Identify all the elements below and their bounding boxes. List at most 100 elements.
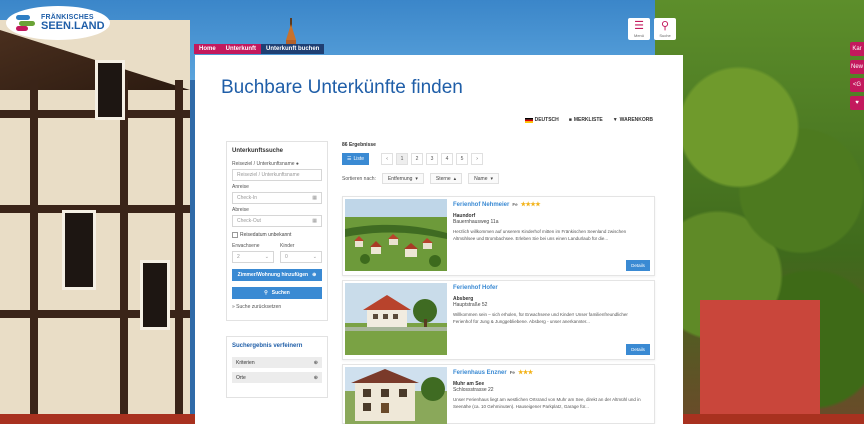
menu-button[interactable]: ☰ Menü [628,18,650,40]
departure-label: Abreise [232,207,249,213]
refine-heading: Suchergebnis verfeinern [232,343,303,349]
page-prev[interactable]: ‹ [381,153,394,165]
breadcrumb: Home Unterkunft Unterkunft buchen [194,44,325,54]
refine-panel: Suchergebnis verfeinern Kriterien ⊕ Orte… [226,336,328,398]
logo-line-2: SEEN.LAND [41,20,105,32]
card-address: Bauernhausweg 11a [453,219,499,225]
side-tab-favorites[interactable]: ♥ [850,96,864,110]
side-tabs: Kar New <G ♥ [850,42,864,110]
calendar-icon: ▦ [312,218,317,224]
accommodation-photo[interactable] [345,283,447,355]
sort-label: Sortieren nach: [342,175,376,182]
result-card[interactable]: Ferienhof Hofer Absberg Hauptstraße 52 W… [342,280,655,360]
page-3[interactable]: 3 [426,153,439,165]
page-5[interactable]: 5 [456,153,469,165]
watchlist-link[interactable]: ■ MERKLISTE [569,117,603,123]
plus-icon: ⊕ [312,272,317,278]
card-description: Willkommen sein – sich erholen, für Erwa… [453,312,628,324]
logo-mark-icon [16,15,36,31]
category-badge: Fe [512,202,518,207]
hamburger-icon: ☰ [634,19,644,32]
page-1[interactable]: 1 [396,153,409,165]
page-title: Buchbare Unterkünfte finden [221,77,463,98]
calendar-icon: ▦ [312,195,317,201]
list-icon: ☰ [347,156,352,162]
children-label: Kinder [280,243,295,249]
site-logo[interactable]: FRÄNKISCHES SEEN.LAND [6,6,110,40]
adults-label: Erwachsene [232,243,260,249]
menu-label: Menü [633,32,644,38]
timber-beam [175,80,183,420]
timber-beam [30,80,38,420]
accommodation-photo[interactable] [345,367,447,424]
caret-up-icon: ▴ [453,175,457,182]
category-badge: Fe [509,370,515,375]
reset-search-link[interactable]: » Suche zurücksetzen [232,304,322,310]
german-flag-icon [524,117,533,123]
details-button[interactable]: Details [626,260,650,271]
card-description: Unser Ferienhaus liegt am westlichen Ort… [453,397,641,409]
destination-input[interactable]: Reiseziel / Unterkunftsname [232,169,322,181]
checkbox-box [232,232,238,238]
arrival-input[interactable]: Check-In ▦ [232,192,322,204]
half-timbered-house [0,20,190,424]
side-tab-news[interactable]: New [850,60,864,74]
card-title[interactable]: Ferienhof Hofer [453,285,648,291]
breadcrumb-accommodation[interactable]: Unterkunft [220,44,262,54]
plus-circle-icon: ⊕ [313,359,318,366]
list-view-button[interactable]: ☰ Liste [342,153,370,165]
breadcrumb-home[interactable]: Home [194,44,221,54]
accommodation-photo[interactable] [345,199,447,271]
chevron-down-icon: ⌄ [312,254,317,260]
house-window [62,210,96,290]
star-rating: ★★★★ [520,202,541,208]
side-tab-map[interactable]: Kar [850,42,864,56]
sort-name-button[interactable]: Name ▾ [468,173,500,184]
card-description: Herzlich willkommen auf unserem Kinderho… [453,229,627,241]
page-next[interactable]: › [471,153,484,165]
bookmark-icon: ■ [568,117,572,123]
plus-circle-icon: ⊕ [313,374,318,381]
result-card[interactable]: Ferienhof Nehmeier Fe ★★★★ Haundorf Baue… [342,196,655,276]
language-switch[interactable]: DEUTSCH [524,117,559,123]
search-icon: ⚲ [264,290,268,296]
flexible-date-checkbox[interactable]: Reisedatum unbekannt [232,232,322,238]
cart-link[interactable]: ▼ WARENKORB [613,117,653,123]
sort-stars-button[interactable]: Sterne ▴ [429,173,463,184]
header-actions: ☰ Menü ⚲ Suche [628,18,676,40]
utility-bar: DEUTSCH ■ MERKLISTE ▼ WARENKORB [524,117,653,123]
refine-criteria[interactable]: Kriterien ⊕ [232,357,322,368]
children-select[interactable]: 0 ⌄ [280,251,322,263]
adults-select[interactable]: 2 ⌄ [232,251,274,263]
submit-search-button[interactable]: ⚲ Suchen [232,287,322,299]
timber-beam [120,80,128,420]
main-panel: Buchbare Unterkünfte finden DEUTSCH ■ ME… [195,55,683,424]
house-window [140,260,170,330]
destination-label: Reiseziel / Unterkunftsname ● [232,161,299,167]
search-button[interactable]: ⚲ Suche [654,18,676,40]
red-building [700,300,820,424]
search-heading: Unterkunftssuche [232,148,284,154]
house-window [95,60,125,120]
results-count: 86 Ergebnisse [342,142,376,148]
star-rating: ★★★ [517,370,533,376]
page-4[interactable]: 4 [441,153,454,165]
arrival-label: Anreise [232,184,249,190]
search-icon: ⚲ [660,19,670,32]
info-icon: ● [295,161,299,167]
caret-down-icon: ▾ [490,175,494,182]
side-tab-share[interactable]: <G [850,78,864,92]
card-address: Hauptstraße 52 [453,302,488,308]
result-card[interactable]: Ferienhaus Enzner Fe ★★★ Muhr am See Sch… [342,364,655,424]
card-title[interactable]: Ferienhaus Enzner Fe ★★★ [453,369,648,377]
page-2[interactable]: 2 [411,153,424,165]
details-button[interactable]: Details [626,344,650,355]
refine-places[interactable]: Orte ⊕ [232,372,322,383]
sort-distance-button[interactable]: Entfernung ▾ [381,173,424,184]
search-form: Unterkunftssuche Reiseziel / Unterkunfts… [226,141,328,321]
departure-input[interactable]: Check-Out ▦ [232,215,322,227]
chevron-down-icon: ⌄ [264,254,269,260]
caret-down-icon: ▾ [415,175,418,182]
add-room-button[interactable]: Zimmer/Wohnung hinzufügen ⊕ [232,269,322,281]
card-title[interactable]: Ferienhof Nehmeier Fe ★★★★ [453,201,648,209]
